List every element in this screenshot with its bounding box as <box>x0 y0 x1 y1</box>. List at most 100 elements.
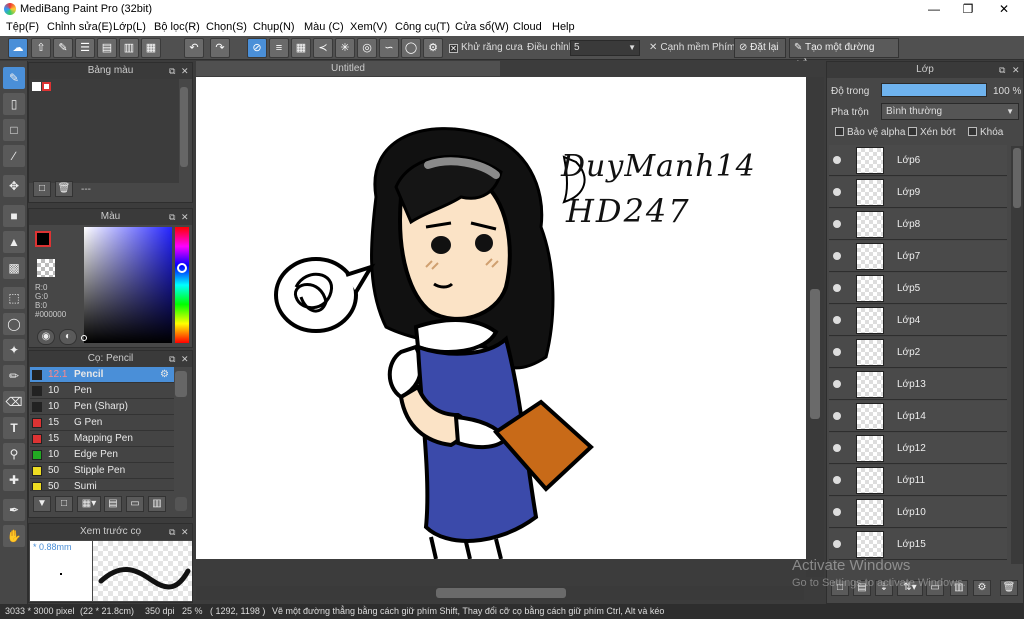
eyedropper-tool-icon[interactable]: ✒ <box>3 499 25 521</box>
dot-brush-tool-icon[interactable]: ∕ <box>3 145 25 167</box>
expand-icon[interactable]: ⧉ <box>169 63 175 79</box>
text-tool-icon[interactable]: T <box>3 417 25 439</box>
close-icon[interactable]: ✕ <box>181 63 189 79</box>
opacity-slider[interactable] <box>881 83 987 97</box>
eye-icon[interactable] <box>833 220 841 228</box>
bucket-tool-icon[interactable]: ▲ <box>3 231 25 253</box>
lasso-tool-icon[interactable]: ◯ <box>3 313 25 335</box>
rectangle-tool-icon[interactable]: □ <box>3 119 25 141</box>
expand-icon[interactable]: ⧉ <box>169 351 175 367</box>
protect-alpha-checkbox[interactable]: Bảo vệ alpha <box>835 127 905 138</box>
vertical-scrollbar[interactable] <box>806 77 824 577</box>
eye-icon[interactable] <box>833 476 841 484</box>
saturation-value-picker[interactable] <box>84 227 172 343</box>
layer-row[interactable]: Lớp5 <box>829 273 1007 304</box>
vertical-scroll-thumb[interactable] <box>810 289 820 419</box>
menu-filter[interactable]: Bộ lọc(R) <box>154 21 200 33</box>
comment-icon[interactable]: ✎ <box>53 38 73 58</box>
adjust-dropdown[interactable]: 5 ▼ <box>570 40 640 56</box>
snap-circle-icon[interactable]: ◎ <box>357 38 377 58</box>
gear-icon[interactable]: ⚙ <box>160 367 169 383</box>
menu-tools[interactable]: Công cụ(T) <box>395 21 450 33</box>
select-pen-tool-icon[interactable]: ✏ <box>3 365 25 387</box>
close-button[interactable]: ✕ <box>986 0 1022 18</box>
eye-icon[interactable] <box>833 284 841 292</box>
close-icon[interactable]: ✕ <box>1012 62 1020 78</box>
cloud-icon[interactable]: ☁ <box>8 38 28 58</box>
swap-color-icon[interactable]: ◐ <box>59 329 77 345</box>
menu-help[interactable]: Help <box>552 21 575 33</box>
divide-tool-icon[interactable]: ✚ <box>3 469 25 491</box>
reset-button[interactable]: ⊘ Đặt lại <box>734 38 786 58</box>
hue-handle[interactable] <box>177 263 187 273</box>
layer-scroll-thumb[interactable] <box>1013 148 1021 208</box>
layer-row[interactable]: Lớp2 <box>829 337 1007 368</box>
layer-row[interactable]: Lớp6 <box>829 145 1007 176</box>
color-picker-handle[interactable] <box>81 335 87 341</box>
grid-icon[interactable]: ▦ <box>141 38 161 58</box>
expand-icon[interactable]: ⧉ <box>169 209 175 225</box>
expand-icon[interactable]: ⧉ <box>169 524 175 540</box>
snap-off-icon[interactable]: ⊘ <box>247 38 267 58</box>
operation-tool-icon[interactable]: ⚲ <box>3 443 25 465</box>
snap-grid-icon[interactable]: ▦ <box>291 38 311 58</box>
brush-scrollbar-lower[interactable] <box>175 497 187 511</box>
maximize-button[interactable]: ❐ <box>950 0 986 18</box>
undo-icon[interactable]: ↶ <box>184 38 204 58</box>
brush-scrollbar[interactable] <box>175 371 187 397</box>
brush-item[interactable]: 12.1 Pencil ⚙ <box>30 367 174 383</box>
eye-icon[interactable] <box>833 188 841 196</box>
hue-slider[interactable] <box>175 227 189 343</box>
palette-swatch-selected[interactable] <box>42 82 51 91</box>
menu-cloud[interactable]: Cloud <box>513 21 542 33</box>
close-icon[interactable]: ✕ <box>181 351 189 367</box>
antialias-checkbox[interactable]: ✕ Khử răng cưa <box>449 42 523 53</box>
menu-select[interactable]: Chọn(S) <box>206 21 247 33</box>
brush-menu-icon[interactable]: ▦▾ <box>77 496 101 512</box>
palette-icon[interactable]: ◉ <box>37 329 55 345</box>
snap-curve-icon[interactable]: ∽ <box>379 38 399 58</box>
eye-icon[interactable] <box>833 380 841 388</box>
eye-icon[interactable] <box>833 412 841 420</box>
brush-item[interactable]: 50 Sumi <box>30 479 174 491</box>
horizontal-scrollbar[interactable] <box>196 586 804 600</box>
close-icon[interactable]: ✕ <box>181 524 189 540</box>
snap-settings-icon[interactable]: ⚙ <box>423 38 443 58</box>
snap-perspective-icon[interactable]: ≺ <box>313 38 333 58</box>
snap-radial-icon[interactable]: ✳ <box>335 38 355 58</box>
brush-item[interactable]: 10 Pen <box>30 383 174 399</box>
brush-folder-icon[interactable]: ▭ <box>126 496 144 512</box>
redo-icon[interactable]: ↷ <box>210 38 230 58</box>
menu-file[interactable]: Tệp(F) <box>6 21 39 33</box>
trash-icon[interactable]: 🗑 <box>1000 580 1018 596</box>
layer-row[interactable]: Lớp8 <box>829 209 1007 240</box>
brush-item[interactable]: 15 G Pen <box>30 415 174 431</box>
brush-item[interactable]: 15 Mapping Pen <box>30 431 174 447</box>
brush-group-icon[interactable]: ▥ <box>148 496 166 512</box>
blend-dropdown[interactable]: Bình thường ▼ <box>881 103 1019 120</box>
snap-ellipse-icon[interactable]: ◯ <box>401 38 421 58</box>
menu-window[interactable]: Cửa sổ(W) <box>455 21 509 33</box>
primary-color-swatch[interactable] <box>35 231 51 247</box>
transparent-color-swatch[interactable] <box>37 259 55 277</box>
minimize-button[interactable]: — <box>916 0 952 18</box>
select-eraser-tool-icon[interactable]: ⌫ <box>3 391 25 413</box>
horizontal-scroll-thumb[interactable] <box>436 588 566 598</box>
move-tool-icon[interactable]: ✥ <box>3 175 25 197</box>
smooth-checkbox[interactable]: ✕ Cạnh mềm <box>649 42 709 53</box>
layer-scrollbar[interactable] <box>1011 146 1023 564</box>
eye-icon[interactable] <box>833 316 841 324</box>
close-icon[interactable]: ✕ <box>181 209 189 225</box>
layer-row[interactable]: Lớp13 <box>829 369 1007 400</box>
eye-icon[interactable] <box>833 540 841 548</box>
canvas-tab[interactable]: Untitled <box>196 61 500 76</box>
new-palette-icon[interactable]: □ <box>33 181 51 197</box>
new-brush-icon[interactable]: □ <box>55 496 73 512</box>
magic-wand-tool-icon[interactable]: ✦ <box>3 339 25 361</box>
brush-item[interactable]: 10 Pen (Sharp) <box>30 399 174 415</box>
menu-layer[interactable]: Lớp(L) <box>113 21 146 33</box>
menu-edit[interactable]: Chỉnh sửa(E) <box>47 21 112 33</box>
menu-color[interactable]: Màu (C) <box>304 21 344 33</box>
brush-item[interactable]: 10 Edge Pen <box>30 447 174 463</box>
layer-row[interactable]: Lớp14 <box>829 401 1007 432</box>
